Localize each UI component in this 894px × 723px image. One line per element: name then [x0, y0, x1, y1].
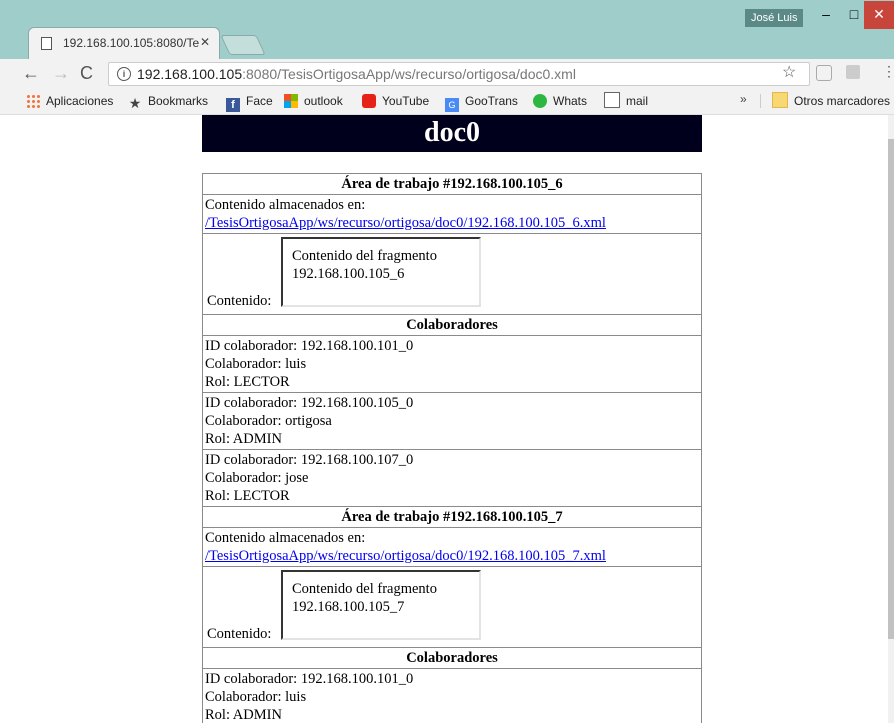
page-icon [41, 37, 52, 50]
bookmark-label: outlook [304, 94, 343, 108]
bookmark-youtube[interactable]: YouTube [362, 92, 429, 110]
workspace-title: Área de trabajo #192.168.100.105_6 [202, 173, 702, 195]
collaborator-id: ID colaborador: 192.168.100.101_0 [205, 671, 414, 687]
star-icon: ★ [128, 95, 142, 111]
apps-icon [26, 94, 40, 108]
fragment-content-cell: Contenido: Contenido del fragmento 192.1… [202, 233, 702, 315]
bookmark-mail[interactable]: mail [604, 92, 648, 110]
facebook-icon: f [226, 98, 240, 112]
collaborator-name: Colaborador: jose [205, 470, 309, 486]
bookmark-label: Aplicaciones [46, 94, 114, 108]
youtube-icon [362, 94, 376, 108]
bookmark-aplicaciones[interactable]: Aplicaciones [26, 92, 113, 110]
fragment-content-cell: Contenido: Contenido del fragmento 192.1… [202, 566, 702, 648]
tab-title: 192.168.100.105:8080/Te [63, 36, 200, 50]
bookmark-face[interactable]: f Face [226, 92, 273, 112]
bookmark-bookmarks[interactable]: ★ Bookmarks [128, 92, 209, 111]
whatsapp-icon [533, 94, 547, 108]
url-path: :8080/TesisOrtigosaApp/ws/recurso/ortigo… [242, 66, 576, 82]
scrollbar-thumb[interactable] [888, 139, 894, 639]
user-profile-badge[interactable]: José Luis [745, 9, 804, 27]
bookmark-gootrans[interactable]: G GooTrans [445, 92, 518, 112]
info-icon[interactable]: i [117, 67, 131, 81]
page-content: doc0 Área de trabajo #192.168.100.105_6 … [202, 115, 702, 723]
fragment-frame[interactable]: Contenido del fragmento 192.168.100.105_… [281, 570, 481, 640]
bookmark-label: Bookmarks [148, 94, 209, 108]
stored-xml-link[interactable]: /TesisOrtigosaApp/ws/recurso/ortigosa/do… [205, 548, 606, 564]
fragment-id: 192.168.100.105_7 [292, 599, 405, 615]
collaborator-row: ID colaborador: 192.168.100.107_0 Colabo… [202, 449, 702, 507]
bookmark-star-icon[interactable]: ☆ [782, 62, 796, 82]
bookmark-label: Otros marcadores [794, 94, 891, 108]
extension-shield-icon[interactable] [816, 65, 832, 81]
new-tab-button[interactable] [220, 35, 266, 55]
bookmarks-separator [760, 94, 761, 108]
reload-button[interactable]: C [80, 63, 93, 84]
collaborators-header: Colaboradores [202, 314, 702, 336]
bookmark-label: YouTube [382, 94, 430, 108]
workspace-table: Área de trabajo #192.168.100.105_6 Conte… [202, 173, 702, 723]
stored-label: Contenido almacenados en: [205, 197, 366, 213]
extension-rss-icon[interactable] [846, 65, 860, 79]
collaborator-id: ID colaborador: 192.168.100.107_0 [205, 452, 414, 468]
collaborator-id: ID colaborador: 192.168.100.101_0 [205, 338, 414, 354]
bookmarks-bar: Aplicaciones ★ Bookmarks f Face outlook Yo… [0, 88, 894, 115]
page-scrollbar[interactable] [888, 115, 894, 723]
page-icon [604, 92, 620, 108]
collaborators-header: Colaboradores [202, 647, 702, 669]
collaborator-row: ID colaborador: 192.168.100.101_0 Colabo… [202, 335, 702, 393]
collaborator-role: Rol: ADMIN [205, 431, 282, 447]
collaborator-name: Colaborador: luis [205, 689, 307, 705]
stored-xml-link[interactable]: /TesisOrtigosaApp/ws/recurso/ortigosa/do… [205, 215, 606, 231]
stored-location-cell: Contenido almacenados en: /TesisOrtigosa… [202, 527, 702, 567]
collaborator-role: Rol: LECTOR [205, 374, 290, 390]
fragment-text: Contenido del fragmento [292, 581, 437, 597]
page-viewport: doc0 Área de trabajo #192.168.100.105_6 … [0, 115, 888, 723]
collaborator-name: Colaborador: ortigosa [205, 413, 332, 429]
forward-button[interactable]: → [52, 63, 70, 84]
collaborator-role: Rol: ADMIN [205, 707, 282, 723]
bookmark-label: mail [626, 94, 649, 108]
folder-icon [772, 92, 788, 108]
collaborator-row: ID colaborador: 192.168.100.105_0 Colabo… [202, 392, 702, 450]
back-button[interactable]: ← [22, 63, 40, 84]
collaborator-row: ID colaborador: 192.168.100.101_0 Colabo… [202, 668, 702, 723]
bookmark-whats[interactable]: Whats [533, 92, 587, 110]
workspace-title: Área de trabajo #192.168.100.105_7 [202, 506, 702, 528]
content-label: Contenido: [207, 626, 272, 642]
bookmark-label: Whats [553, 94, 588, 108]
bookmarks-overflow-button[interactable]: » [740, 92, 747, 106]
stored-location-cell: Contenido almacenados en: /TesisOrtigosa… [202, 194, 702, 234]
bookmark-label: Face [246, 94, 273, 108]
close-window-button[interactable]: ✕ [864, 1, 894, 29]
microsoft-icon [284, 94, 298, 108]
window-title-bar: José Luis – □ ✕ 192.168.100.105:8080/Te … [0, 0, 894, 60]
tab-close-icon[interactable]: ✕ [200, 35, 210, 49]
collaborator-id: ID colaborador: 192.168.100.105_0 [205, 395, 414, 411]
url-host: 192.168.100.105 [137, 66, 243, 82]
google-translate-icon: G [445, 98, 459, 112]
address-bar[interactable]: i 192.168.100.105:8080/TesisOrtigosaApp/… [108, 62, 810, 86]
browser-menu-icon[interactable]: ⋮ [882, 63, 894, 80]
content-label: Contenido: [207, 293, 272, 309]
collaborator-role: Rol: LECTOR [205, 488, 290, 504]
fragment-text: Contenido del fragmento [292, 248, 437, 264]
document-title: doc0 [202, 115, 702, 152]
bookmark-label: GooTrans [465, 94, 518, 108]
browser-tab[interactable]: 192.168.100.105:8080/Te ✕ [28, 27, 220, 60]
url-text: 192.168.100.105:8080/TesisOrtigosaApp/ws… [137, 63, 576, 85]
bookmark-outlook[interactable]: outlook [284, 92, 343, 110]
collaborator-name: Colaborador: luis [205, 356, 307, 372]
fragment-frame[interactable]: Contenido del fragmento 192.168.100.105_… [281, 237, 481, 307]
browser-toolbar: ← → C i 192.168.100.105:8080/TesisOrtigo… [0, 59, 894, 88]
fragment-id: 192.168.100.105_6 [292, 266, 405, 282]
bookmark-otros-marcadores[interactable]: Otros marcadores [772, 92, 890, 110]
stored-label: Contenido almacenados en: [205, 530, 366, 546]
